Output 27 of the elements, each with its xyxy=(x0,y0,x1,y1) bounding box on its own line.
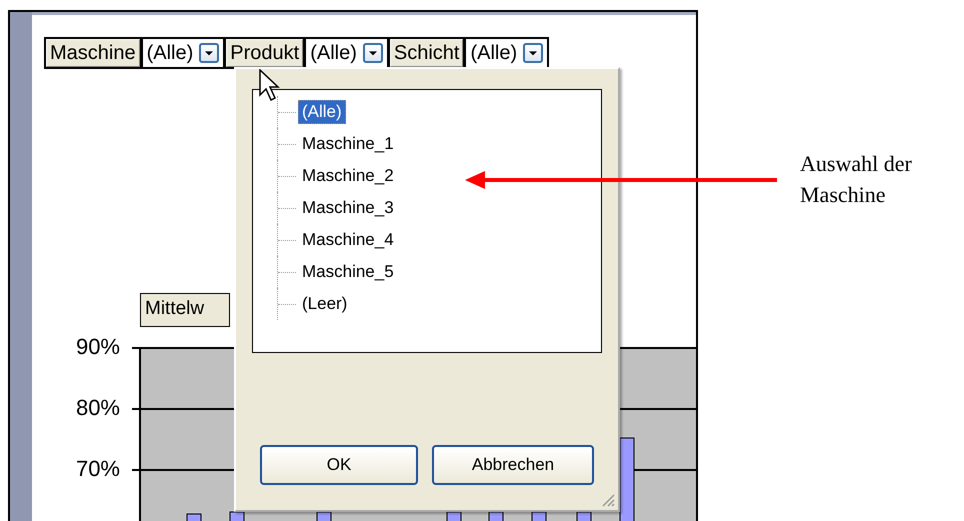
list-item[interactable]: (Leer) xyxy=(298,292,352,316)
axis-label: 80% xyxy=(76,394,120,422)
field-label: Maschine xyxy=(46,39,140,67)
dropdown-button[interactable] xyxy=(523,43,544,63)
annotation-text: Auswahl der Maschine xyxy=(800,150,913,209)
dropdown-button[interactable] xyxy=(199,43,220,63)
axis-label: 70% xyxy=(76,455,120,483)
field-label: Schicht xyxy=(390,39,464,67)
cancel-button[interactable]: Abbrechen xyxy=(432,445,594,485)
axis-label: 90% xyxy=(76,333,120,361)
list-item[interactable]: Maschine_2 xyxy=(298,164,398,188)
chart-bar xyxy=(230,512,244,521)
field-value: (Alle) xyxy=(310,41,357,66)
series-button[interactable]: Mittelw xyxy=(140,293,230,327)
field-label: Produkt xyxy=(226,39,304,67)
list-item[interactable]: (Alle) xyxy=(298,100,346,124)
list-item[interactable]: Maschine_3 xyxy=(298,196,398,220)
field-value: (Alle) xyxy=(146,41,194,66)
chart-bar xyxy=(186,514,202,521)
list-item[interactable]: Maschine_5 xyxy=(298,260,398,284)
dropdown-button[interactable] xyxy=(362,43,383,63)
resize-grip-icon[interactable] xyxy=(601,493,615,507)
ok-button[interactable]: OK xyxy=(260,445,418,485)
field-value: (Alle) xyxy=(470,41,518,66)
list-item[interactable]: Maschine_4 xyxy=(298,228,398,252)
list-item[interactable]: Maschine_1 xyxy=(298,132,398,156)
list-box[interactable]: (Alle) Maschine_1 Maschine_2 Maschine_3 Maschine_4 Maschine_5 (Leer) xyxy=(252,89,602,353)
